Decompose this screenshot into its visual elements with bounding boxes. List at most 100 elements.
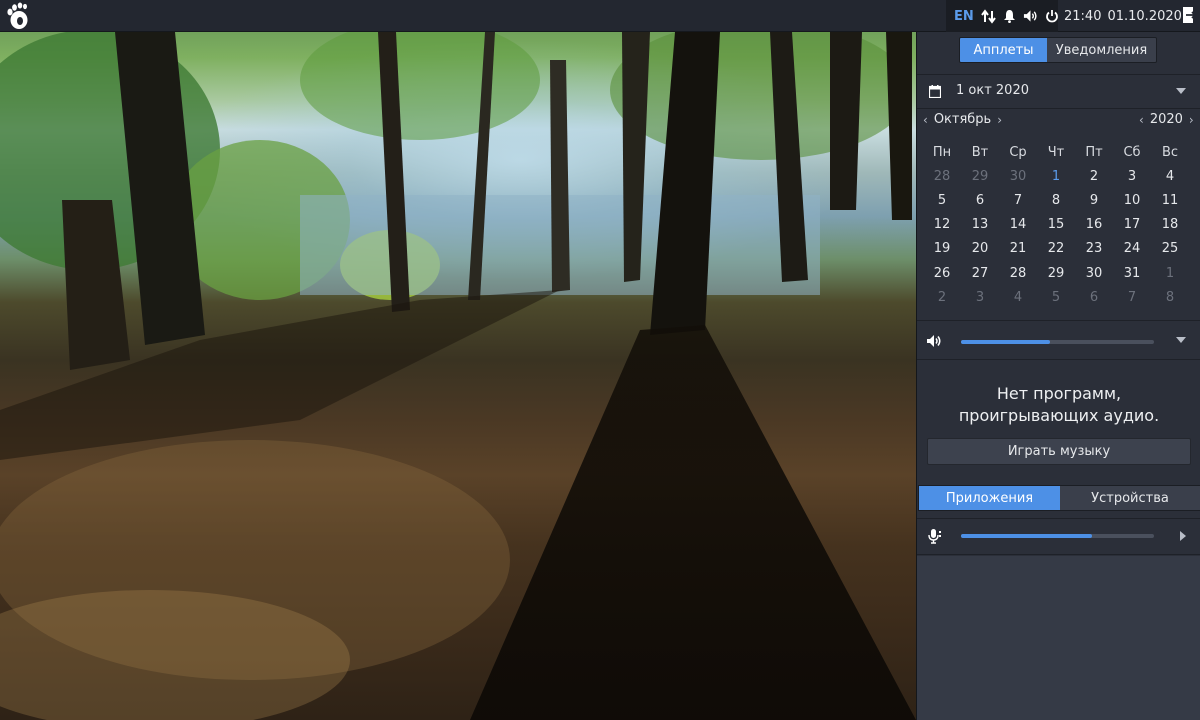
no-media-line-2: проигрывающих аудио. [958, 406, 1160, 425]
calendar-day[interactable]: 7 [999, 188, 1037, 212]
top-bar: EN 21:40 01.10.2020 [0, 0, 1200, 32]
microphone-control [917, 526, 1200, 546]
calendar-day[interactable]: 30 [1075, 261, 1113, 285]
calendar-day[interactable]: 12 [923, 213, 961, 237]
calendar-day[interactable]: 28 [923, 164, 961, 188]
calendar-day[interactable]: 1 [1151, 261, 1189, 285]
calendar-day[interactable]: 3 [1113, 164, 1151, 188]
tab-notifications[interactable]: Уведомления [1047, 38, 1156, 62]
divider [917, 74, 1200, 75]
chevron-down-icon[interactable] [1176, 88, 1186, 94]
weekday-header: Чт [1047, 144, 1065, 160]
microphone-icon[interactable] [926, 528, 942, 544]
weekday-header: Вс [1161, 144, 1179, 160]
calendar-day[interactable]: 6 [1075, 285, 1113, 309]
calendar-day[interactable]: 11 [1151, 188, 1189, 212]
year-label: 2020 [1149, 112, 1183, 127]
calendar-day[interactable]: 5 [1037, 285, 1075, 309]
gnome-foot-icon [7, 2, 28, 29]
calendar-day[interactable]: 24 [1113, 237, 1151, 261]
next-year-icon[interactable]: › [1189, 113, 1194, 127]
volume-slider-fill [961, 340, 1050, 344]
calendar-day[interactable]: 9 [1075, 188, 1113, 212]
calendar-day[interactable]: 14 [999, 213, 1037, 237]
calendar-day[interactable]: 8 [1151, 285, 1189, 309]
weekday-header: Пн [932, 144, 952, 160]
calendar-day[interactable]: 16 [1075, 213, 1113, 237]
divider [917, 320, 1200, 321]
microphone-slider-fill [961, 534, 1093, 538]
calendar-day[interactable]: 28 [999, 261, 1037, 285]
calendar-day[interactable]: 29 [961, 164, 999, 188]
tab-applets[interactable]: Апплеты [960, 38, 1047, 62]
volume-slider[interactable] [961, 340, 1154, 344]
divider [917, 554, 1200, 555]
network-transfer-icon[interactable] [980, 8, 996, 24]
no-media-message: Нет программ, проигрывающих аудио. [917, 383, 1200, 427]
panel-empty-area [917, 556, 1200, 720]
tab-applications[interactable]: Приложения [919, 486, 1060, 510]
microphone-slider[interactable] [961, 534, 1154, 538]
calendar-day[interactable]: 2 [1075, 164, 1113, 188]
activities-button[interactable] [3, 1, 31, 31]
calendar-day[interactable]: 15 [1037, 213, 1075, 237]
calendar-day[interactable]: 26 [923, 261, 961, 285]
calendar-day[interactable]: 4 [1151, 164, 1189, 188]
calendar-day[interactable]: 13 [961, 213, 999, 237]
speaker-icon[interactable] [926, 334, 942, 348]
calendar-day[interactable]: 22 [1037, 237, 1075, 261]
calendar-icon [929, 85, 941, 98]
prev-year-icon[interactable]: ‹ [1139, 113, 1144, 127]
weekday-header: Вт [971, 144, 989, 160]
chevron-right-icon[interactable] [1180, 531, 1186, 541]
calendar-day[interactable]: 27 [961, 261, 999, 285]
play-music-button[interactable]: Играть музыку [927, 438, 1191, 465]
clock[interactable]: 21:40 01.10.2020 [1064, 0, 1182, 32]
keyboard-layout-indicator[interactable]: EN [954, 9, 974, 24]
volume-control [917, 332, 1200, 352]
calendar-day[interactable]: 21 [999, 237, 1037, 261]
weekday-header: Пт [1085, 144, 1103, 160]
tab-devices[interactable]: Устройства [1060, 486, 1200, 510]
calendar-day[interactable]: 17 [1113, 213, 1151, 237]
calendar-day[interactable]: 23 [1075, 237, 1113, 261]
calendar-day[interactable]: 8 [1037, 188, 1075, 212]
chevron-down-icon[interactable] [1176, 337, 1186, 343]
calendar-day[interactable]: 3 [961, 285, 999, 309]
calendar-day[interactable]: 20 [961, 237, 999, 261]
calendar-day[interactable]: 25 [1151, 237, 1189, 261]
weekday-header: Ср [1009, 144, 1027, 160]
calendar-day[interactable]: 30 [999, 164, 1037, 188]
volume-icon[interactable] [1023, 9, 1038, 24]
calendar-header[interactable]: 1 окт 2020 [917, 78, 1200, 106]
calendar-day[interactable]: 2 [923, 285, 961, 309]
next-month-icon[interactable]: › [997, 113, 1002, 127]
prev-month-icon[interactable]: ‹ [923, 113, 928, 127]
wallpaper-forest-image [0, 20, 916, 720]
calendar-day[interactable]: 5 [923, 188, 961, 212]
month-label: Октябрь [933, 112, 992, 127]
system-tray[interactable]: EN [946, 0, 1058, 32]
calendar-day[interactable]: 18 [1151, 213, 1189, 237]
panel-tab-switcher: Апплеты Уведомления [959, 37, 1157, 63]
calendar-day[interactable]: 7 [1113, 285, 1151, 309]
logout-icon[interactable] [1182, 6, 1197, 24]
year-navigator: ‹ 2020 › [1139, 112, 1194, 127]
calendar-day[interactable]: 6 [961, 188, 999, 212]
power-icon[interactable] [1045, 9, 1059, 24]
calendar-day[interactable]: 4 [999, 285, 1037, 309]
divider [917, 518, 1200, 519]
calendar-day-today[interactable]: 1 [1037, 164, 1075, 188]
calendar-day[interactable]: 31 [1113, 261, 1151, 285]
clock-time: 21:40 [1064, 8, 1102, 24]
calendar-day[interactable]: 29 [1037, 261, 1075, 285]
calendar-day[interactable]: 19 [923, 237, 961, 261]
month-navigator: ‹ Октябрь › [923, 112, 1002, 127]
divider [917, 359, 1200, 360]
mixer-tab-switcher: Приложения Устройства [918, 485, 1200, 511]
no-media-line-1: Нет программ, [996, 384, 1122, 403]
clock-date: 01.10.2020 [1107, 8, 1182, 24]
calendar-day[interactable]: 10 [1113, 188, 1151, 212]
bell-icon[interactable] [1003, 9, 1016, 24]
divider [917, 108, 1200, 109]
